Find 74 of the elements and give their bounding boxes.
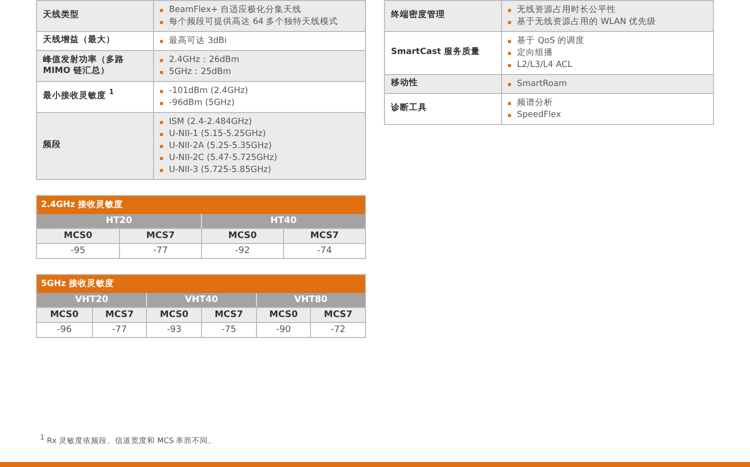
spec-label: 最小接收灵敏度 $^{1}$	[43, 91, 114, 103]
bullet-icon	[508, 102, 511, 104]
spec-value: U-NII-1 (5.15-5.25GHz)	[169, 128, 266, 140]
spec-value: 5GHz：25dBm	[169, 66, 232, 78]
bullet-icon	[508, 8, 511, 12]
bullet-icon	[508, 52, 511, 54]
bullet-icon	[508, 20, 511, 24]
spec-value: BeamFlex+ 自适应极化分集天线	[169, 4, 302, 16]
spec-label: 峰值发射功率（多路 MIMO 链汇总）	[43, 54, 125, 78]
spec-value: -96dBm (5GHz)	[169, 97, 235, 109]
table-cell: -74	[283, 243, 365, 258]
spec-value: -101dBm (2.4GHz)	[169, 85, 248, 97]
spec-value: 频谱分析	[517, 97, 553, 109]
spec-label: SmartCast 服务质量	[391, 47, 480, 59]
bullet-icon	[160, 8, 163, 12]
spec-value: U-NII-3 (5.725-5.85GHz)	[169, 164, 272, 176]
bullet-icon	[160, 90, 163, 92]
bullet-icon	[160, 168, 163, 172]
spec-value: ISM (2.4-2.484GHz)	[169, 116, 252, 128]
column-header: MCS7	[283, 228, 365, 243]
table-cell: -77	[92, 322, 146, 337]
group-header: VHT80	[256, 293, 365, 307]
table-cell: -93	[146, 322, 201, 337]
spec-value: 基于 QoS 的调度	[517, 35, 585, 47]
bullet-icon	[160, 20, 163, 24]
bullet-icon	[160, 120, 163, 124]
bullet-icon	[160, 156, 163, 160]
table-cell: -75	[201, 322, 256, 337]
column-header: MCS0	[146, 307, 201, 322]
bullet-icon	[508, 64, 511, 66]
spec-label: 终端密度管理	[391, 10, 445, 22]
bullet-icon	[160, 102, 163, 104]
spec-value: SmartRoam	[517, 78, 567, 90]
table-cell: -90	[256, 322, 310, 337]
table-cell: -72	[310, 322, 365, 337]
spec-label: 诊断工具	[391, 103, 427, 115]
bullet-icon	[508, 40, 511, 42]
column-header: MCS0	[37, 307, 92, 322]
spec-label: 频段	[43, 140, 61, 152]
bullet-icon	[508, 82, 511, 86]
column-header: MCS0	[201, 228, 283, 243]
group-header: HT20	[37, 214, 201, 228]
spec-value: U-NII-2A (5.25-5.35GHz)	[169, 140, 272, 152]
spec-value: 2.4GHz：26dBm	[169, 54, 240, 66]
group-header: VHT20	[37, 293, 146, 307]
spec-value: 定向组播	[517, 47, 553, 59]
bullet-icon	[160, 144, 163, 148]
bullet-icon	[160, 40, 163, 42]
group-header: HT40	[201, 214, 365, 228]
bullet-icon	[160, 58, 163, 62]
column-header: MCS7	[201, 307, 256, 322]
spec-label: 天线类型	[43, 10, 79, 22]
spec-value: 基于无线资源占用的 WLAN 优先级	[517, 16, 656, 28]
column-header: MCS0	[37, 228, 119, 243]
spec-value: 每个频段可提供高达 64 多个独特天线模式	[169, 16, 338, 28]
table-title: 2.4GHz 接收灵敏度	[37, 196, 365, 214]
group-header: VHT40	[146, 293, 256, 307]
column-header: MCS7	[92, 307, 146, 322]
bullet-icon	[508, 114, 511, 116]
column-header: MCS7	[310, 307, 365, 322]
spec-value: L2/L3/L4 ACL	[517, 59, 572, 71]
spec-value: 最高可达 3dBi	[169, 35, 227, 47]
spec-value: U-NII-2C (5.47-5.725GHz)	[169, 152, 278, 164]
bullet-icon	[160, 132, 163, 136]
table-cell: -92	[201, 243, 283, 258]
spec-value: 无线资源占用时长公平性	[517, 4, 616, 16]
bullet-icon	[160, 70, 163, 74]
spec-label: 移动性	[391, 78, 418, 90]
spec-label: 天线增益（最大）	[43, 35, 115, 47]
table-title: 5GHz 接收灵敏度	[37, 275, 365, 293]
spec-value: SpeedFlex	[517, 109, 562, 121]
column-header: MCS0	[256, 307, 310, 322]
table-cell: -77	[119, 243, 201, 258]
column-header: MCS7	[119, 228, 201, 243]
